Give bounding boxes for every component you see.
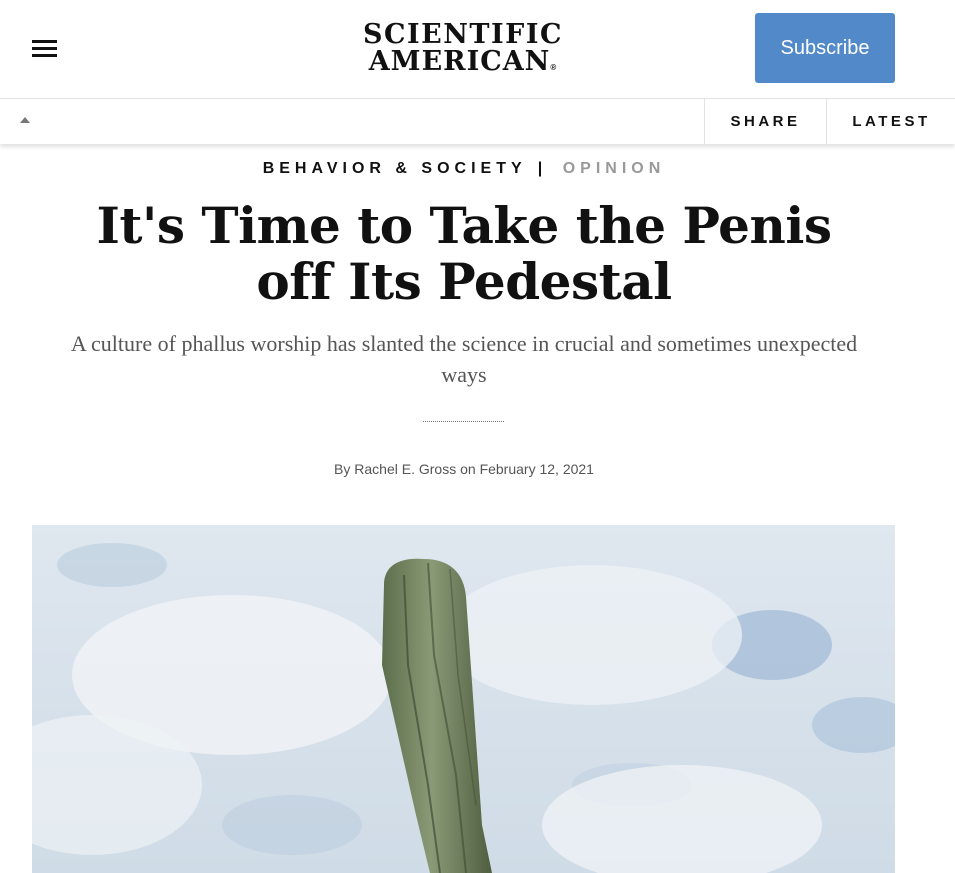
subscribe-button[interactable]: Subscribe	[755, 13, 895, 83]
site-logo[interactable]: SCIENTIFIC AMERICAN®	[360, 21, 566, 81]
logo-line-2: AMERICAN®	[368, 46, 558, 77]
hero-image	[32, 525, 895, 873]
divider	[423, 421, 504, 422]
kicker-separator: |	[537, 160, 548, 177]
hamburger-menu-icon[interactable]	[32, 40, 57, 58]
article-dek: A culture of phallus worship has slanted…	[70, 331, 858, 387]
site-header: SCIENTIFIC AMERICAN® Subscribe	[0, 0, 955, 99]
byline-prefix: By	[334, 461, 351, 477]
author-link[interactable]: Rachel E. Gross	[354, 461, 456, 477]
byline: By Rachel E. Gross on February 12, 2021	[0, 461, 928, 477]
article-kicker: BEHAVIOR & SOCIETY | OPINION	[0, 160, 928, 178]
share-button[interactable]: SHARE	[704, 99, 826, 144]
article-toolbar: SHARE LATEST	[0, 99, 955, 144]
article-title: It's Time to Take the Penis off Its Pede…	[96, 196, 832, 311]
category-link[interactable]: BEHAVIOR & SOCIETY	[263, 160, 527, 177]
latest-button[interactable]: LATEST	[826, 99, 955, 144]
byline-on: on	[460, 461, 476, 477]
publish-date: February 12, 2021	[479, 461, 594, 477]
article-type-label[interactable]: OPINION	[563, 160, 666, 177]
caret-up-icon[interactable]	[20, 117, 30, 123]
logo-line-1: SCIENTIFIC	[363, 19, 563, 50]
